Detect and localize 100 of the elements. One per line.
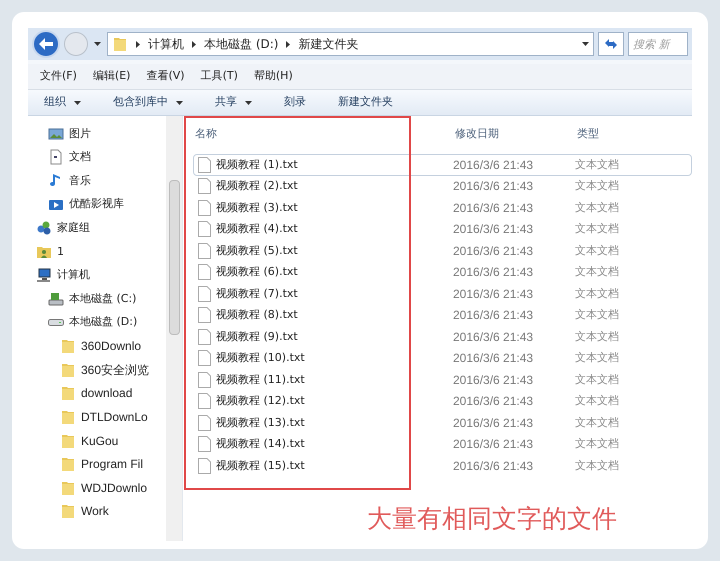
file-date: 2016/3/6 21:43 <box>453 414 534 432</box>
address-field[interactable]: 计算机 本地磁盘 (D:) 新建文件夹 <box>107 32 594 56</box>
chevron-icon <box>136 40 140 48</box>
file-name: 视频教程 (8).txt <box>216 307 298 323</box>
file-date: 2016/3/6 21:43 <box>453 350 534 368</box>
breadcrumb[interactable]: 本地磁盘 (D:) <box>204 35 278 53</box>
text-file-icon <box>198 307 211 324</box>
file-name: 视频教程 (5).txt <box>216 242 298 258</box>
text-file-icon <box>198 200 211 216</box>
column-header[interactable]: 修改日期 <box>453 126 575 142</box>
tree-item[interactable]: 360Downlo <box>28 334 166 358</box>
file-row[interactable]: 视频教程 (13).txt 2016/3/6 21:43 文本文档 <box>193 412 692 434</box>
breadcrumb[interactable]: 新建文件夹 <box>298 35 358 53</box>
file-date: 2016/3/6 21:43 <box>453 178 534 196</box>
file-name: 视频教程 (13).txt <box>216 414 305 430</box>
tree-item[interactable]: Work <box>28 500 166 524</box>
breadcrumb[interactable]: 计算机 <box>148 35 184 53</box>
file-row[interactable]: 视频教程 (14).txt 2016/3/6 21:43 文本文档 <box>193 434 692 455</box>
file-row[interactable]: 视频教程 (3).txt 2016/3/6 21:43 文本文档 <box>193 197 692 218</box>
folder-icon <box>60 480 76 496</box>
scrollbar[interactable] <box>166 116 182 541</box>
file-row[interactable]: 视频教程 (5).txt 2016/3/6 21:43 文本文档 <box>193 240 692 262</box>
file-row[interactable]: 视频教程 (11).txt 2016/3/6 21:43 文本文档 <box>193 369 692 390</box>
file-date: 2016/3/6 21:43 <box>453 458 534 475</box>
menu-item[interactable]: 工具(T) <box>200 68 238 85</box>
refresh-button[interactable] <box>598 32 624 56</box>
file-date: 2016/3/6 21:43 <box>453 286 534 303</box>
file-row[interactable]: 视频教程 (8).txt 2016/3/6 21:43 文本文档 <box>193 304 692 326</box>
file-type: 文本文档 <box>575 156 619 172</box>
tree-item[interactable]: 1 <box>28 240 166 264</box>
chevron-icon <box>286 40 290 48</box>
folder-icon <box>60 408 76 425</box>
document-icon <box>48 149 64 166</box>
caret-icon[interactable] <box>74 100 81 104</box>
file-type: 文本文档 <box>575 264 619 280</box>
menu-item[interactable]: 编辑(E) <box>92 68 130 85</box>
tree-item[interactable]: 本地磁盘 (C:) <box>28 287 166 311</box>
tree-item[interactable]: DTLDownLo <box>28 405 166 429</box>
tree-item[interactable]: download <box>28 382 166 406</box>
tree-item[interactable]: KuGou <box>28 428 166 452</box>
file-date: 2016/3/6 21:43 <box>453 156 534 174</box>
file-row[interactable]: 视频教程 (9).txt 2016/3/6 21:43 文本文档 <box>193 326 692 348</box>
toolbar-button[interactable]: 包含到库中 <box>113 94 168 111</box>
file-date: 2016/3/6 21:43 <box>453 372 534 389</box>
file-name: 视频教程 (1).txt <box>216 156 298 172</box>
file-type: 文本文档 <box>575 307 619 323</box>
file-row[interactable]: 视频教程 (12).txt 2016/3/6 21:43 文本文档 <box>193 390 692 412</box>
toolbar-button[interactable]: 组织 <box>44 94 66 111</box>
tree-item[interactable]: 文档 <box>28 146 166 170</box>
file-row[interactable]: 视频教程 (15).txt 2016/3/6 21:43 文本文档 <box>193 455 692 476</box>
tree-item[interactable]: WDJDownlo <box>28 476 166 500</box>
file-type: 文本文档 <box>575 350 619 366</box>
folder-icon <box>60 338 76 354</box>
file-date: 2016/3/6 21:43 <box>453 242 534 260</box>
file-name: 视频教程 (15).txt <box>216 458 305 474</box>
back-button[interactable] <box>32 30 60 58</box>
tree-item[interactable]: 计算机 <box>28 264 166 288</box>
caret-icon[interactable] <box>176 100 183 104</box>
column-header[interactable]: 名称 <box>183 126 453 142</box>
file-date: 2016/3/6 21:43 <box>453 436 534 454</box>
tree-item[interactable]: 家庭组 <box>28 216 166 240</box>
text-file-icon <box>198 393 211 410</box>
text-file-icon <box>198 286 211 302</box>
folder-icon <box>60 432 76 449</box>
tree-item[interactable]: 本地磁盘 (D:) <box>28 310 166 334</box>
file-row[interactable]: 视频教程 (2).txt 2016/3/6 21:43 文本文档 <box>193 176 692 197</box>
history-button[interactable] <box>92 42 103 46</box>
tree-item[interactable]: 音乐 <box>28 169 166 193</box>
text-file-icon <box>198 372 211 388</box>
tree-item[interactable]: 图片 <box>28 122 166 146</box>
search-field[interactable]: 搜索 新 <box>628 32 688 56</box>
drive-icon <box>48 290 64 307</box>
picture-icon <box>48 126 64 142</box>
tree-item[interactable]: 优酷影视库 <box>28 192 166 216</box>
caret-icon[interactable] <box>245 100 252 104</box>
toolbar-button[interactable]: 共享 <box>215 94 237 111</box>
menu-item[interactable]: 文件(F) <box>40 68 77 85</box>
chevron-icon <box>192 40 196 48</box>
file-date: 2016/3/6 21:43 <box>453 393 534 410</box>
text-file-icon <box>198 350 211 366</box>
file-row[interactable]: 视频教程 (7).txt 2016/3/6 21:43 文本文档 <box>193 283 692 304</box>
file-name: 视频教程 (2).txt <box>216 178 298 194</box>
refresh-icon <box>604 38 618 50</box>
tree-item[interactable]: Program Fil <box>28 452 166 476</box>
file-type: 文本文档 <box>575 414 619 430</box>
homegroup-icon <box>36 220 52 236</box>
file-row[interactable]: 视频教程 (6).txt 2016/3/6 21:43 文本文档 <box>193 262 692 283</box>
column-header[interactable]: 类型 <box>575 126 692 142</box>
toolbar-button[interactable]: 刻录 <box>284 94 306 111</box>
file-date: 2016/3/6 21:43 <box>453 328 534 346</box>
tree-item[interactable]: 360安全浏览 <box>28 358 166 382</box>
menu-item[interactable]: 帮助(H) <box>254 68 293 85</box>
text-file-icon <box>198 328 211 345</box>
menu-item[interactable]: 查看(V) <box>146 68 185 85</box>
text-file-icon <box>198 414 211 431</box>
file-row[interactable]: 视频教程 (10).txt 2016/3/6 21:43 文本文档 <box>193 348 692 369</box>
file-row[interactable]: 视频教程 (4).txt 2016/3/6 21:43 文本文档 <box>193 218 692 240</box>
toolbar-button[interactable]: 新建文件夹 <box>338 94 393 111</box>
file-date: 2016/3/6 21:43 <box>453 221 534 238</box>
file-row[interactable]: 视频教程 (1).txt 2016/3/6 21:43 文本文档 <box>193 154 692 176</box>
